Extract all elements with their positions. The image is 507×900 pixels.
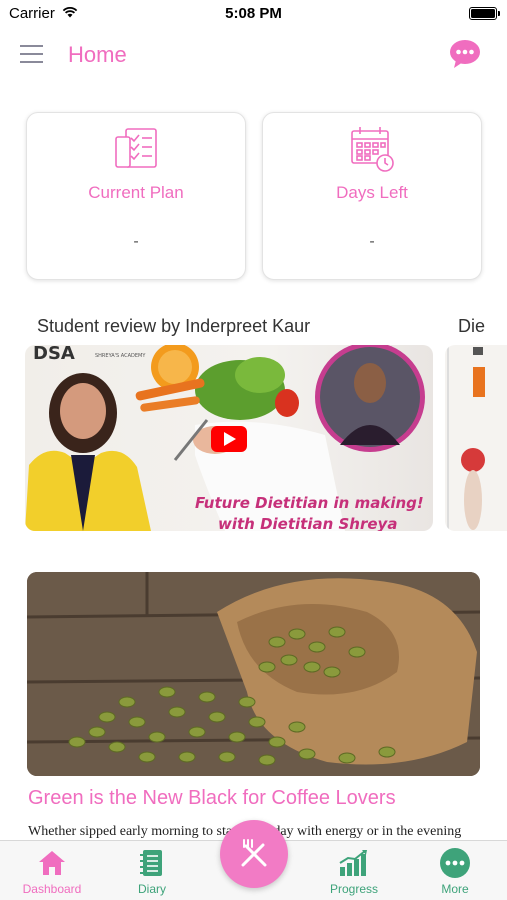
status-bar: Carrier 5:08 PM (0, 0, 507, 28)
card-title: Current Plan (88, 183, 184, 202)
calendar-clock-icon (351, 127, 394, 172)
tab-label: Dashboard (22, 882, 82, 896)
hamburger-menu-icon[interactable] (20, 45, 43, 65)
logo-text: DSA (33, 345, 75, 364)
logo-subtext: SHREYA'S ACADEMY (95, 353, 146, 359)
video-caption: with Dietitian Shreya (218, 515, 397, 531)
days-left-card[interactable]: Days Left - (262, 112, 482, 280)
video-thumbnail[interactable] (445, 345, 507, 531)
battery-icon (469, 7, 500, 20)
article-title[interactable]: Green is the New Black for Coffee Lovers (28, 787, 396, 810)
bar-chart-icon (339, 850, 367, 876)
tab-label: Diary (137, 882, 166, 896)
video-carousel[interactable]: Student review by Inderpreet Kaur Die DS… (0, 300, 507, 540)
add-meal-button[interactable] (220, 820, 288, 888)
tab-progress[interactable]: Progress (304, 847, 404, 899)
current-plan-card[interactable]: Current Plan - (26, 112, 246, 280)
video-title: Die (458, 316, 486, 336)
video-thumbnail[interactable]: DSA SHREYA'S ACADEMY Future Dietitian in… (25, 345, 433, 531)
chat-bubble-icon[interactable] (449, 39, 481, 69)
card-title: Days Left (336, 183, 408, 202)
tab-label: Progress (329, 882, 379, 896)
video-title: Student review by Inderpreet Kaur (37, 316, 311, 336)
more-dots-icon (440, 848, 470, 878)
card-value: - (133, 233, 139, 250)
card-value: - (369, 233, 375, 250)
article-image[interactable] (27, 572, 480, 776)
checklist-icon (115, 128, 157, 168)
tab-dashboard[interactable]: Dashboard (2, 847, 102, 899)
fork-knife-icon (241, 839, 267, 867)
app-header: Home (0, 30, 507, 86)
clock-time: 5:08 PM (225, 5, 282, 22)
page-title: Home (68, 42, 127, 67)
tab-diary[interactable]: Diary (102, 847, 202, 899)
video-caption: Future Dietitian in making! (195, 494, 424, 512)
tab-label: More (441, 882, 469, 896)
home-icon (39, 851, 65, 875)
tab-more[interactable]: More (405, 847, 505, 899)
notebook-icon (140, 850, 162, 876)
